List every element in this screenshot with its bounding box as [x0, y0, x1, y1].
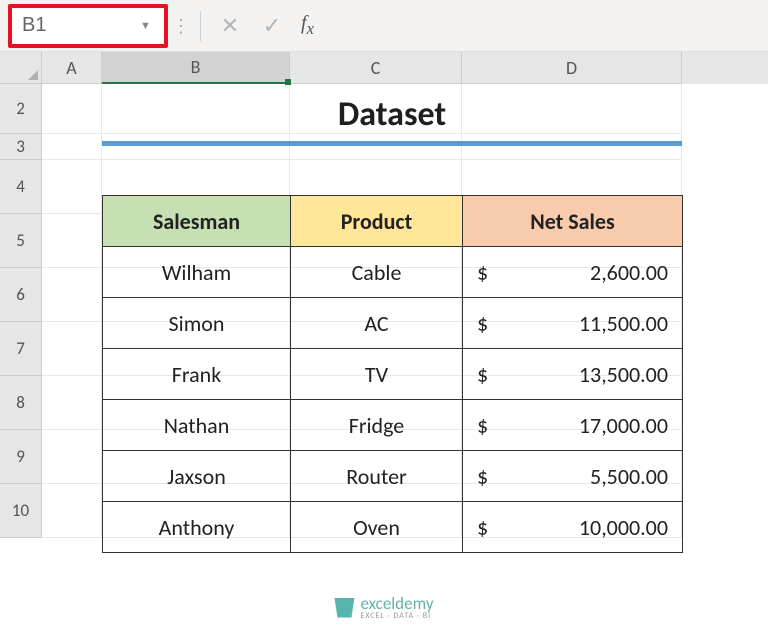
cell-netsales[interactable]: $5,500.00: [463, 451, 683, 502]
formula-bar-options-icon[interactable]: ⋮: [168, 15, 192, 37]
cell[interactable]: [42, 84, 102, 134]
data-table: Salesman Product Net Sales WilhamCable$2…: [102, 195, 683, 553]
watermark-sub: EXCEL · DATA · BI: [360, 612, 433, 620]
row-header[interactable]: 5: [0, 214, 42, 268]
cell-salesman[interactable]: Anthony: [103, 502, 291, 553]
dataset-title: Dataset: [102, 88, 682, 146]
insert-function-icon[interactable]: fx: [293, 12, 322, 39]
cell-netsales[interactable]: $2,600.00: [463, 247, 683, 298]
enter-icon[interactable]: ✓: [251, 8, 293, 44]
row-header[interactable]: 10: [0, 484, 42, 538]
table-row: JaxsonRouter$5,500.00: [103, 451, 683, 502]
cell-salesman[interactable]: Jaxson: [103, 451, 291, 502]
cell-netsales[interactable]: $13,500.00: [463, 349, 683, 400]
formula-input[interactable]: [322, 8, 764, 44]
cell[interactable]: [42, 376, 102, 430]
column-header-c[interactable]: C: [290, 52, 462, 84]
cell-salesman[interactable]: Nathan: [103, 400, 291, 451]
header-netsales[interactable]: Net Sales: [463, 196, 683, 247]
cell-product[interactable]: TV: [291, 349, 463, 400]
cell[interactable]: [42, 268, 102, 322]
cancel-icon[interactable]: ✕: [209, 8, 251, 44]
cell-salesman[interactable]: Wilham: [103, 247, 291, 298]
cell-netsales[interactable]: $17,000.00: [463, 400, 683, 451]
cell-netsales[interactable]: $10,000.00: [463, 502, 683, 553]
watermark-logo: exceldemy EXCEL · DATA · BI: [334, 595, 433, 620]
row-header[interactable]: 3: [0, 134, 42, 160]
header-salesman[interactable]: Salesman: [103, 196, 291, 247]
cell[interactable]: [42, 430, 102, 484]
name-box-highlight: ▼: [8, 4, 168, 48]
row-header[interactable]: 6: [0, 268, 42, 322]
name-box-dropdown-icon[interactable]: ▼: [132, 19, 159, 32]
row-header[interactable]: 2: [0, 84, 42, 134]
table-header-row: Salesman Product Net Sales: [103, 196, 683, 247]
cell-salesman[interactable]: Frank: [103, 349, 291, 400]
formula-bar: ▼ ⋮ ✕ ✓ fx: [0, 0, 768, 52]
name-box[interactable]: [12, 8, 132, 43]
column-header-d[interactable]: D: [462, 52, 682, 84]
header-product[interactable]: Product: [291, 196, 463, 247]
cell-product[interactable]: Router: [291, 451, 463, 502]
cell-netsales[interactable]: $11,500.00: [463, 298, 683, 349]
table-row: AnthonyOven$10,000.00: [103, 502, 683, 553]
row-header[interactable]: 8: [0, 376, 42, 430]
row-header[interactable]: 4: [0, 160, 42, 214]
cell-product[interactable]: Cable: [291, 247, 463, 298]
cell-product[interactable]: Oven: [291, 502, 463, 553]
column-header-a[interactable]: A: [42, 52, 102, 84]
cell[interactable]: [42, 160, 102, 214]
cell-salesman[interactable]: Simon: [103, 298, 291, 349]
cell[interactable]: [42, 484, 102, 538]
watermark-brand: exceldemy: [360, 595, 433, 612]
table-row: WilhamCable$2,600.00: [103, 247, 683, 298]
cell-product[interactable]: AC: [291, 298, 463, 349]
cell-product[interactable]: Fridge: [291, 400, 463, 451]
row-header[interactable]: 7: [0, 322, 42, 376]
column-header-b[interactable]: B: [102, 52, 290, 84]
cell[interactable]: [42, 134, 102, 160]
divider: [200, 11, 201, 41]
select-all-corner[interactable]: [0, 52, 42, 84]
row-header[interactable]: 9: [0, 430, 42, 484]
table-row: SimonAC$11,500.00: [103, 298, 683, 349]
table-row: NathanFridge$17,000.00: [103, 400, 683, 451]
table-row: FrankTV$13,500.00: [103, 349, 683, 400]
column-headers-row: A B C D: [0, 52, 768, 84]
cell[interactable]: [42, 322, 102, 376]
exceldemy-icon: [334, 598, 354, 618]
cell[interactable]: [42, 214, 102, 268]
